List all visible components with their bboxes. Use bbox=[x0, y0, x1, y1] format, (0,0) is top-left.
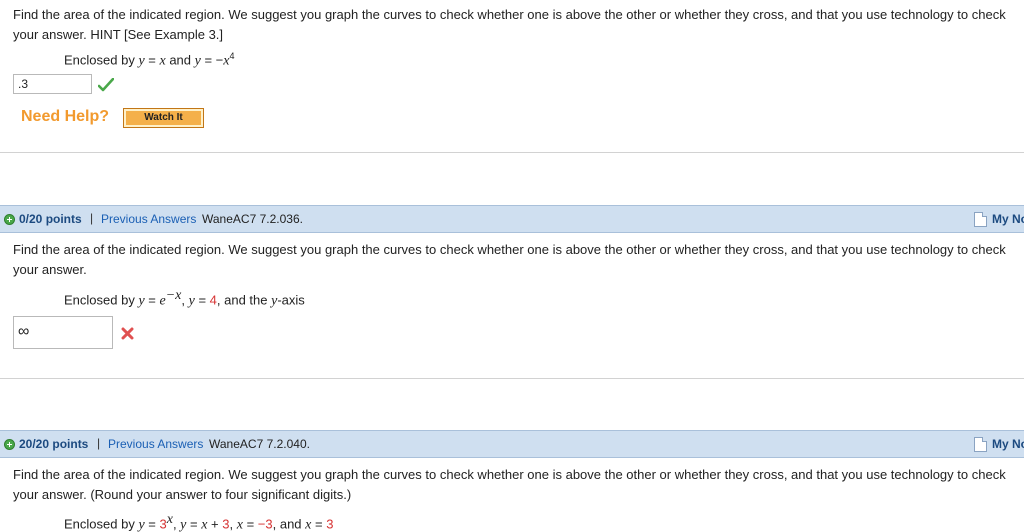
question-header: 0/20 points | Previous Answers WaneAC7 7… bbox=[0, 205, 1024, 233]
need-help-label: Need Help? bbox=[21, 108, 110, 125]
separator: | bbox=[90, 211, 94, 225]
watch-it-button[interactable]: Watch It bbox=[123, 108, 204, 128]
separator: | bbox=[97, 436, 101, 450]
points-label: 20/20 points bbox=[19, 437, 89, 451]
divider bbox=[0, 152, 1024, 153]
previous-answers-link[interactable]: Previous Answers bbox=[108, 437, 203, 451]
enclosed-statement: Enclosed by y = e−x, y = 4, and the y-ax… bbox=[64, 288, 305, 309]
divider bbox=[0, 378, 1024, 379]
answer-input[interactable]: .3 bbox=[13, 74, 92, 94]
notes-icon[interactable] bbox=[974, 437, 987, 452]
expand-plus-icon[interactable] bbox=[4, 439, 15, 450]
enclosed-statement: Enclosed by y = x and y = −x4 bbox=[64, 51, 235, 69]
question-code: WaneAC7 7.2.036. bbox=[202, 212, 303, 226]
my-notes-link[interactable]: My Notes bbox=[992, 437, 1024, 451]
expand-plus-icon[interactable] bbox=[4, 214, 15, 225]
question-code: WaneAC7 7.2.040. bbox=[209, 437, 310, 451]
cross-icon bbox=[121, 327, 134, 340]
question-header: 20/20 points | Previous Answers WaneAC7 … bbox=[0, 430, 1024, 458]
question-text: Find the area of the indicated region. W… bbox=[13, 467, 1006, 502]
previous-answers-link[interactable]: Previous Answers bbox=[101, 212, 196, 226]
my-notes-link[interactable]: My Notes bbox=[992, 212, 1024, 226]
notes-icon[interactable] bbox=[974, 212, 987, 227]
check-icon bbox=[98, 78, 114, 92]
question-text: Find the area of the indicated region. W… bbox=[13, 7, 1006, 42]
question-text: Find the area of the indicated region. W… bbox=[13, 242, 1006, 277]
enclosed-statement: Enclosed by y = 3x, y = x + 3, x = −3, a… bbox=[64, 512, 334, 532]
points-label: 0/20 points bbox=[19, 212, 82, 226]
answer-input[interactable]: ∞ bbox=[13, 316, 113, 349]
